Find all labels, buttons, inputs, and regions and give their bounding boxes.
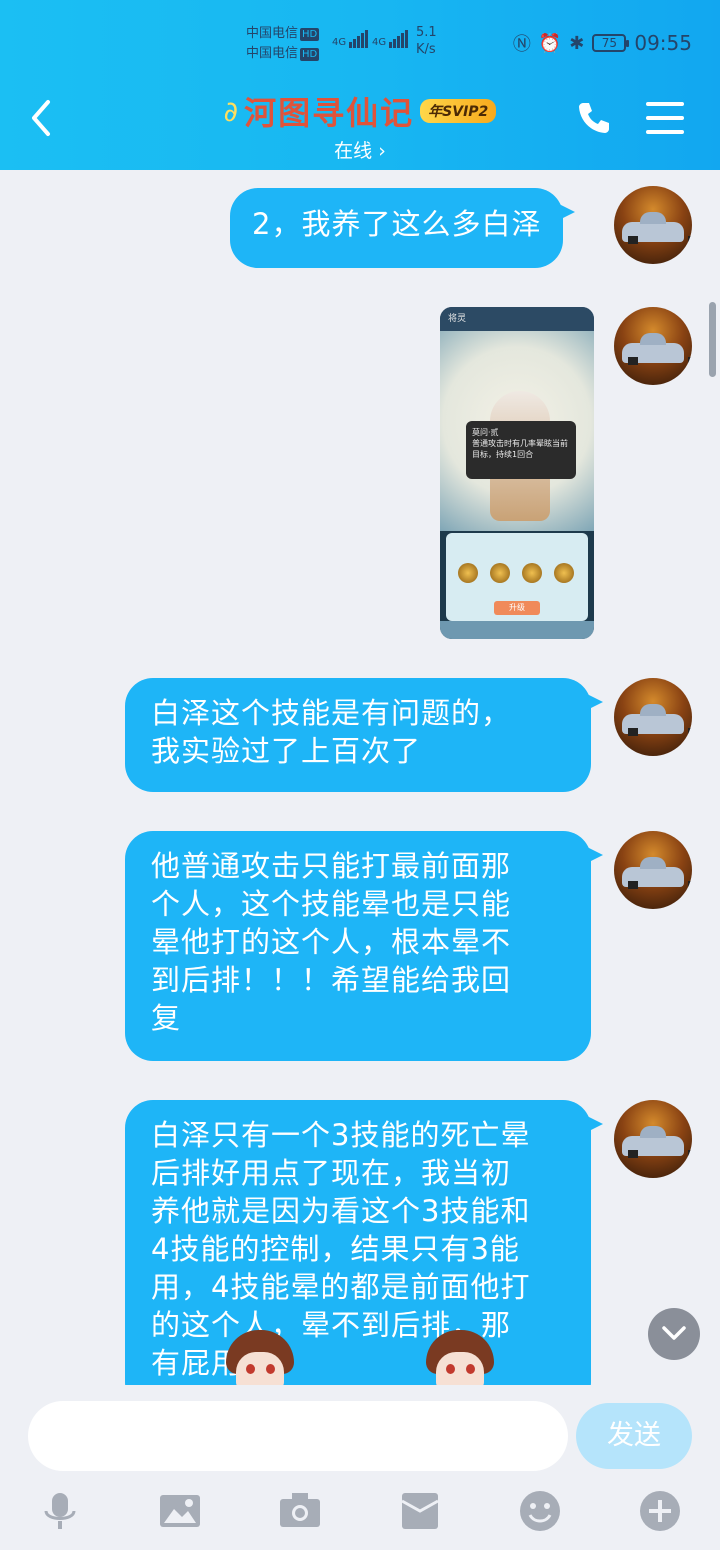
nfc-icon: Ⓝ xyxy=(512,34,531,55)
chibi-character-icon xyxy=(422,1330,498,1390)
chat-area[interactable]: 2，我养了这么多白泽 将灵 莫问·贰 普通攻击时有几率晕眩当前目标，持续1回合 … xyxy=(0,170,720,1385)
message-line: 我实验过了上百次了 xyxy=(151,734,422,768)
carrier-info: 中国电信 HD 中国电信 HD xyxy=(246,24,320,64)
plus-icon[interactable] xyxy=(638,1489,682,1533)
message-bubble[interactable]: 白泽只有一个3技能的死亡晕 后排好用点了现在，我当初 养他就是因为看这个3技能和… xyxy=(125,1100,603,1385)
menu-button[interactable] xyxy=(646,102,684,134)
message-text: 2，我养了这么多白泽 xyxy=(252,207,542,241)
message-line: 个人，这个技能晕也是只能 xyxy=(151,887,512,921)
avatar[interactable] xyxy=(614,307,692,385)
message-line: 养他就是因为看这个3技能和 xyxy=(151,1194,531,1228)
ear-icon: ∂ xyxy=(223,94,239,128)
online-status[interactable]: 在线 › xyxy=(0,136,720,163)
bluetooth-icon: ✱ xyxy=(569,32,585,54)
network-type: 4G xyxy=(372,37,387,48)
message-line: 晕他打的这个人，根本晕不 xyxy=(151,925,512,959)
shot-title: 将灵 xyxy=(440,307,594,331)
input-area: 发送 xyxy=(0,1385,720,1550)
hd-badge: HD xyxy=(300,48,320,61)
send-button[interactable]: 发送 xyxy=(576,1403,692,1469)
avatar[interactable] xyxy=(614,831,692,909)
chevron-down-icon xyxy=(662,1326,686,1340)
message-bubble[interactable]: 2，我养了这么多白泽 xyxy=(230,188,576,268)
alarm-icon: ⏰ xyxy=(538,32,562,54)
message-line: 的这个人，晕不到后排，那 xyxy=(151,1308,512,1342)
shot-upgrade-button: 升级 xyxy=(494,601,540,615)
carrier-label-2: 中国电信 xyxy=(246,46,299,61)
message-line: 到后排！！！希望能给我回 xyxy=(151,963,512,997)
scrollbar[interactable] xyxy=(709,302,716,377)
camera-icon[interactable] xyxy=(278,1489,322,1533)
avatar[interactable] xyxy=(614,678,692,756)
message-line: 后排好用点了现在，我当初 xyxy=(151,1156,512,1190)
message-line: 4技能的控制，结果只有3能 xyxy=(151,1232,520,1266)
phone-call-button[interactable] xyxy=(576,100,612,136)
clock: 09:55 xyxy=(634,31,692,55)
status-bar: 中国电信 HD 中国电信 HD 4G 4G 5.1 K/s Ⓝ ⏰ ✱ 75 09:… xyxy=(0,20,720,70)
message-line: 白泽这个技能是有问题的， xyxy=(151,696,512,730)
avatar[interactable] xyxy=(614,1100,692,1178)
speed-unit: K/s xyxy=(416,42,436,57)
message-line: 用，4技能晕的都是前面他打 xyxy=(151,1270,531,1304)
avatar[interactable] xyxy=(614,186,692,264)
message-bubble[interactable]: 他普通攻击只能打最前面那 个人，这个技能晕也是只能 晕他打的这个人，根本晕不 到… xyxy=(125,831,603,1061)
signal-icon: 4G xyxy=(372,30,409,48)
image-icon[interactable] xyxy=(158,1489,202,1533)
scroll-to-bottom-button[interactable] xyxy=(648,1308,700,1360)
chat-title[interactable]: 河图寻仙记 xyxy=(244,88,414,134)
carrier-label-1: 中国电信 xyxy=(246,26,299,41)
network-type: 4G xyxy=(332,37,347,48)
speed-value: 5.1 xyxy=(416,25,437,40)
chibi-character-icon xyxy=(222,1330,298,1390)
message-line: 有屁用 xyxy=(151,1346,242,1380)
network-speed: 5.1 K/s xyxy=(416,24,437,58)
signal-icon: 4G xyxy=(332,30,369,48)
shot-popup: 莫问·贰 普通攻击时有几率晕眩当前目标，持续1回合 xyxy=(466,421,576,479)
microphone-icon[interactable] xyxy=(38,1489,82,1533)
svip-badge: 年SVIP2 xyxy=(420,99,497,123)
red-packet-icon[interactable] xyxy=(398,1489,442,1533)
message-line: 他普通攻击只能打最前面那 xyxy=(151,849,512,883)
message-line: 白泽只有一个3技能的死亡晕 xyxy=(151,1118,531,1152)
message-image[interactable]: 将灵 莫问·贰 普通攻击时有几率晕眩当前目标，持续1回合 升级 xyxy=(440,307,594,639)
battery-icon: 75 xyxy=(592,34,630,52)
hd-badge: HD xyxy=(300,28,320,41)
phone-icon xyxy=(579,103,609,133)
message-line: 复 xyxy=(151,1001,182,1035)
chat-header: ∂ 河图寻仙记 年SVIP2 在线 › xyxy=(0,88,720,163)
message-bubble[interactable]: 白泽这个技能是有问题的， 我实验过了上百次了 xyxy=(125,678,603,792)
status-right: Ⓝ ⏰ ✱ 75 09:55 xyxy=(513,30,692,56)
message-input[interactable] xyxy=(28,1401,568,1471)
top-bar: 中国电信 HD 中国电信 HD 4G 4G 5.1 K/s Ⓝ ⏰ ✱ 75 09:… xyxy=(0,0,720,170)
emoji-icon[interactable] xyxy=(518,1489,562,1533)
